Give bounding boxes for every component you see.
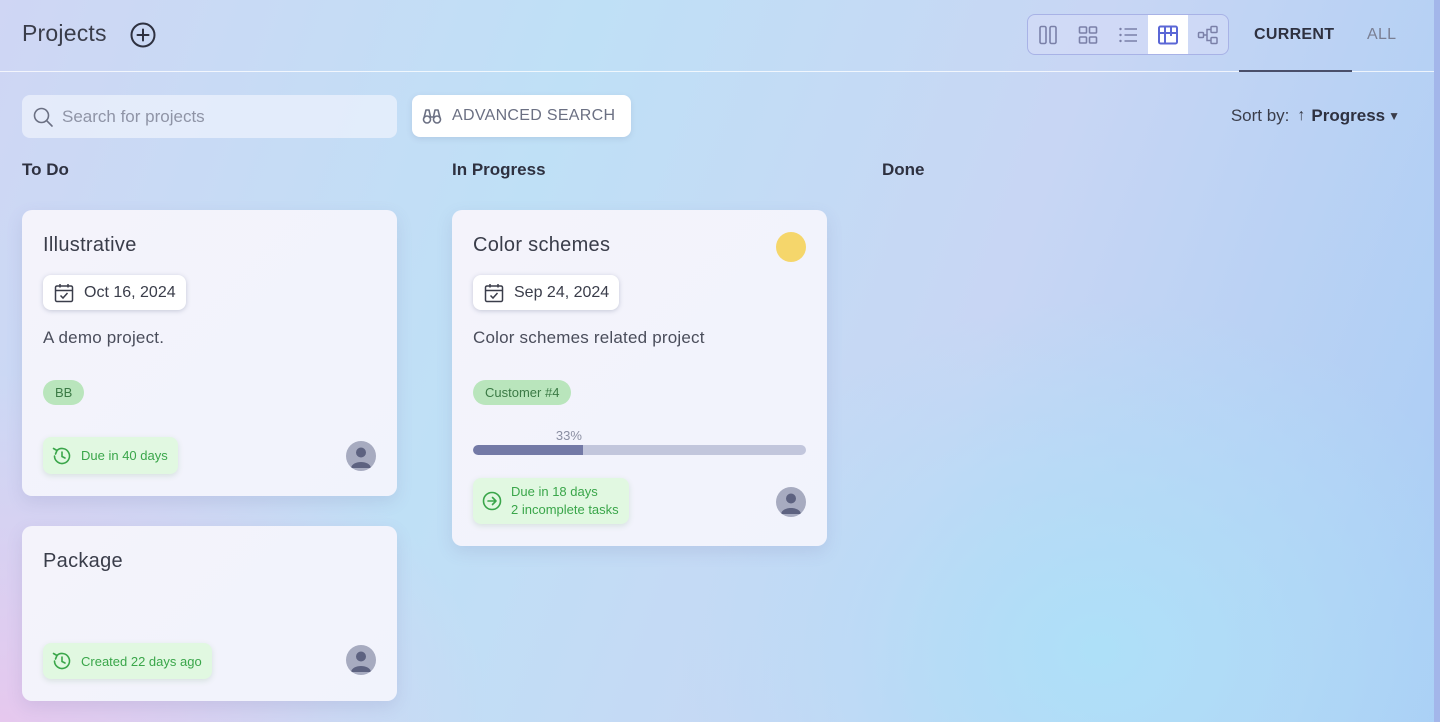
status-chip: Due in 40 days: [43, 437, 178, 474]
board-icon: [1158, 25, 1178, 44]
status-text: Due in 40 days: [81, 448, 168, 463]
assignee-avatar[interactable]: [346, 645, 376, 675]
column-title-in-progress: In Progress: [452, 160, 546, 179]
calendar-check-icon: [54, 283, 74, 302]
project-card-illustrative[interactable]: Illustrative Oct 16, 2024 A demo project…: [22, 210, 397, 496]
view-switcher: [1027, 14, 1229, 55]
due-date-text: Sep 24, 2024: [514, 283, 610, 301]
arrow-right-circle-icon: [482, 491, 502, 511]
project-card-package[interactable]: Package Created 22 days ago: [22, 526, 397, 701]
project-tag[interactable]: BB: [43, 380, 85, 405]
progress-percent: 33%: [555, 428, 582, 443]
binoculars-icon: [422, 109, 442, 124]
add-project-button[interactable]: [129, 21, 157, 49]
grid-icon: [1078, 25, 1098, 44]
sort-label: Sort by:: [1230, 106, 1290, 125]
active-tab-indicator: [1239, 70, 1352, 72]
page-title: Projects: [22, 20, 107, 46]
status-chip: Created 22 days ago: [43, 643, 212, 679]
sort-field-dropdown[interactable]: Progress: [1311, 106, 1385, 126]
column-title-done: Done: [882, 160, 925, 179]
progress-bar-fill: [473, 445, 583, 455]
tree-icon: [1197, 25, 1218, 44]
history-icon: [52, 652, 71, 670]
page-header: Projects CURRENT ALL: [0, 0, 1434, 72]
due-date-chip[interactable]: Sep 24, 2024: [473, 275, 620, 310]
sort-control: Sort by: ↑ Progress ▼: [1231, 106, 1400, 126]
card-description: A demo project.: [43, 328, 165, 347]
grid-view-button[interactable]: [1068, 15, 1108, 54]
due-date-chip[interactable]: Oct 16, 2024: [43, 275, 186, 310]
status-text-due: Due in 18 days: [511, 484, 598, 499]
search-input[interactable]: [62, 106, 382, 127]
card-title[interactable]: Package: [43, 550, 123, 573]
clock-rotate-icon: [52, 447, 71, 464]
status-chip: Due in 18 days 2 incomplete tasks: [473, 478, 629, 524]
progress-bar: [473, 445, 806, 455]
user-icon: [351, 651, 371, 672]
board-view-button[interactable]: [1148, 15, 1188, 54]
card-title[interactable]: Color schemes: [473, 234, 610, 257]
user-icon: [351, 447, 371, 468]
calendar-check-icon: [484, 283, 504, 302]
due-date-text: Oct 16, 2024: [84, 283, 176, 301]
search-icon: [33, 107, 53, 127]
plus-circle-icon: [130, 22, 156, 48]
window-edge: [1434, 0, 1440, 722]
project-tag[interactable]: Customer #4: [473, 380, 572, 405]
tab-current[interactable]: CURRENT: [1254, 26, 1334, 44]
tree-view-button[interactable]: [1188, 15, 1228, 54]
column-title-todo: To Do: [22, 160, 69, 179]
tab-all[interactable]: ALL: [1367, 26, 1396, 44]
advanced-search-label: ADVANCED SEARCH: [452, 107, 616, 124]
priority-dot[interactable]: [776, 232, 806, 262]
search-box: [22, 95, 397, 138]
status-text: Created 22 days ago: [81, 653, 202, 669]
card-description: Color schemes related project: [473, 328, 705, 347]
columns-icon: [1039, 25, 1057, 44]
card-title[interactable]: Illustrative: [43, 234, 137, 257]
assignee-avatar[interactable]: [776, 487, 806, 517]
user-icon: [781, 493, 801, 514]
sort-direction-toggle[interactable]: ↑: [1297, 107, 1305, 125]
advanced-search-button[interactable]: ADVANCED SEARCH: [412, 95, 631, 137]
project-card-color-schemes[interactable]: Color schemes Sep 24, 2024 Color schemes…: [452, 210, 827, 546]
columns-view-button[interactable]: [1028, 15, 1068, 54]
list-view-button[interactable]: [1108, 15, 1148, 54]
assignee-avatar[interactable]: [346, 441, 376, 471]
list-icon: [1119, 27, 1137, 42]
caret-down-icon[interactable]: ▼: [1388, 109, 1400, 123]
status-text-tasks: 2 incomplete tasks: [511, 502, 619, 517]
